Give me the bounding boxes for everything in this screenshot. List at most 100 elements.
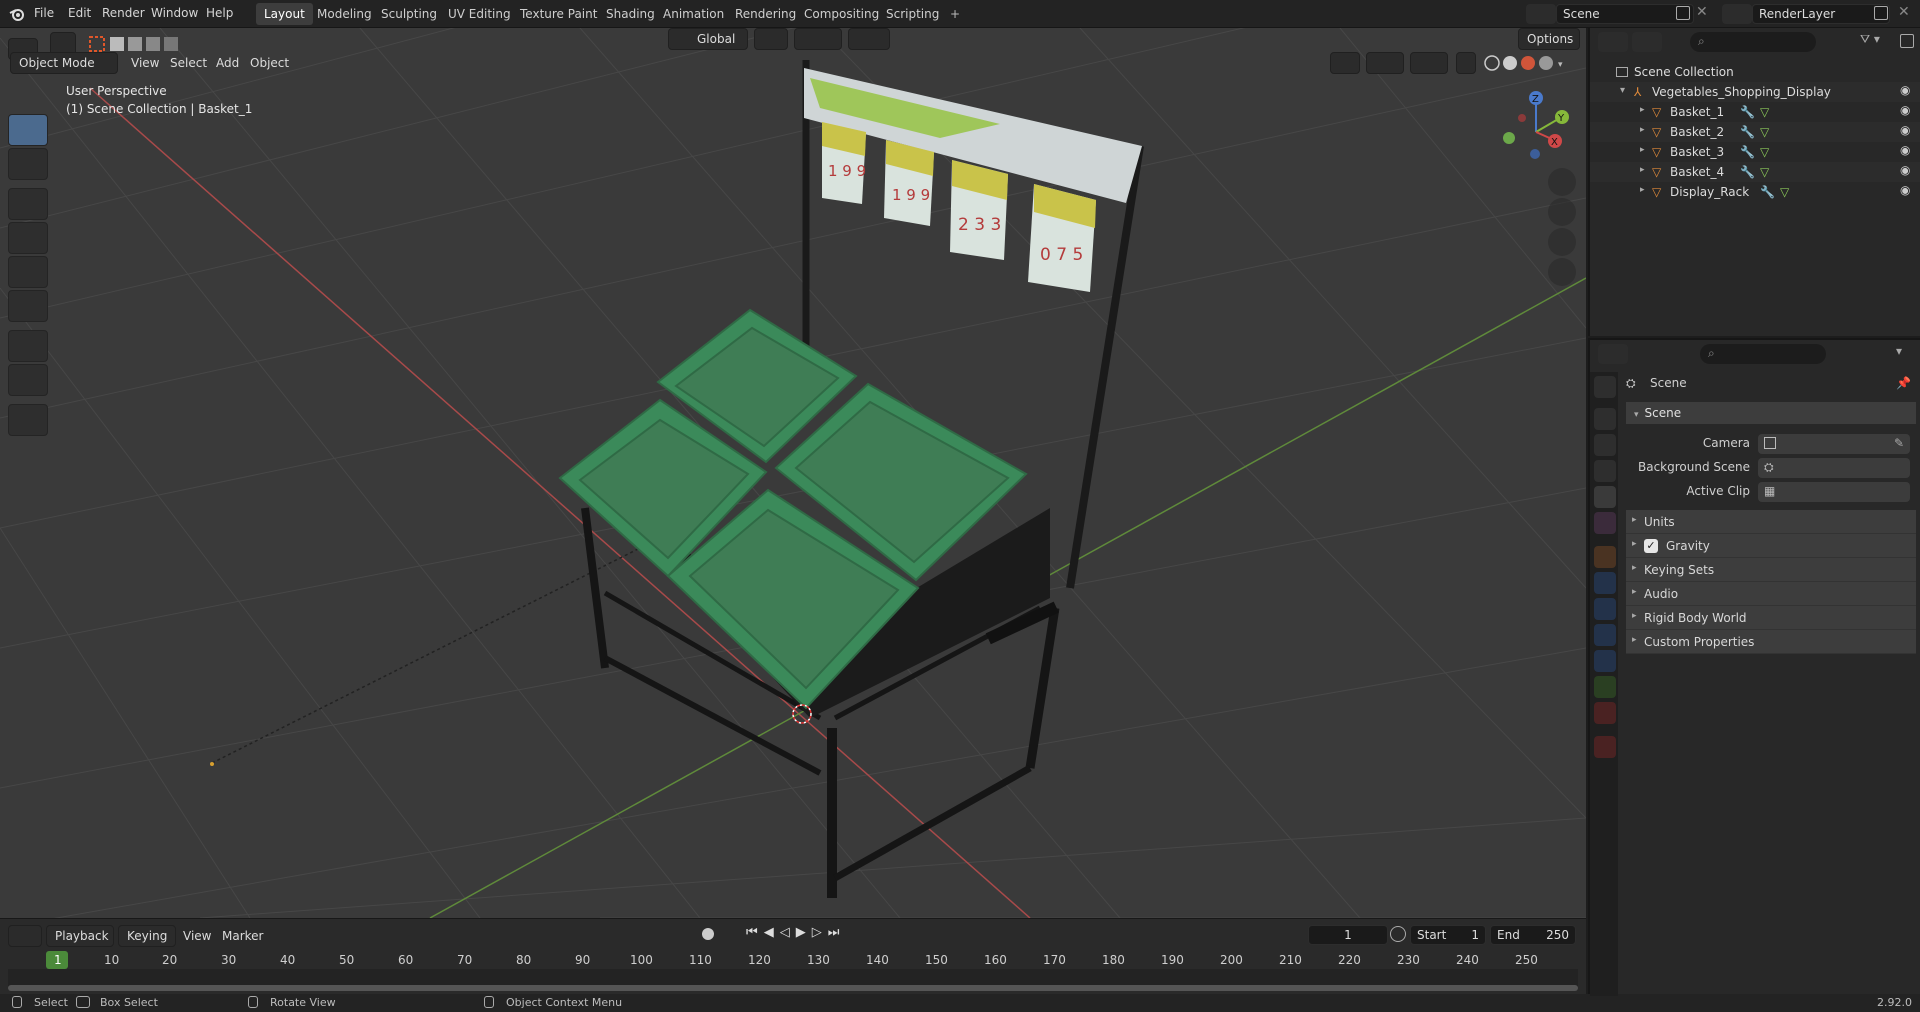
current-frame-field[interactable]: 1: [1308, 925, 1388, 945]
end-frame-field[interactable]: End 250: [1490, 925, 1576, 945]
menu-window[interactable]: Window: [147, 4, 202, 22]
camera-view-icon[interactable]: [1548, 228, 1576, 256]
keying-menu[interactable]: Keying: [118, 925, 176, 947]
preview-range-icon[interactable]: [1390, 926, 1406, 942]
eyedropper-icon[interactable]: ✎: [1894, 436, 1904, 450]
outliner-row-object[interactable]: ▸ ▽ Basket_3 🔧 ▽ ◉: [1590, 142, 1920, 162]
scene-panel-header[interactable]: ▾ Scene: [1626, 402, 1916, 424]
modifier-wrench-icon[interactable]: 🔧: [1740, 165, 1755, 179]
mesh-data-icon[interactable]: ▽: [1760, 125, 1769, 139]
material-tab-icon[interactable]: [1594, 702, 1616, 724]
visibility-icon[interactable]: [1330, 52, 1360, 74]
add-workspace-button[interactable]: +: [942, 3, 968, 25]
physics-tab-icon[interactable]: [1594, 624, 1616, 646]
expand-arrow-icon[interactable]: ▸: [1640, 185, 1645, 195]
object-tab-icon[interactable]: [1594, 546, 1616, 568]
timeline-view-menu[interactable]: View: [183, 929, 211, 943]
pan-hand-icon[interactable]: [1548, 198, 1576, 226]
filter-icon[interactable]: ⛛ ▾: [1860, 32, 1894, 52]
timeline-editor-type-button[interactable]: [8, 925, 42, 947]
selection-mode-icons[interactable]: [88, 34, 182, 54]
blender-logo-icon[interactable]: [8, 5, 26, 23]
proportional-editing-icon[interactable]: [848, 28, 890, 50]
view-layer-icon[interactable]: [1722, 4, 1752, 24]
display-mode-button[interactable]: [1632, 32, 1662, 52]
expand-arrow-icon[interactable]: ▸: [1640, 165, 1645, 175]
tab-scripting[interactable]: Scripting: [878, 3, 947, 25]
outliner-row-collection[interactable]: ▾ ⅄ Vegetables_Shopping_Display ◉: [1590, 82, 1920, 102]
options-dropdown[interactable]: Options: [1518, 28, 1580, 50]
outliner-row-scene-collection[interactable]: Scene Collection: [1590, 62, 1920, 82]
annotate-tool-icon[interactable]: [8, 330, 48, 362]
rigid-body-world-panel[interactable]: ▸ Rigid Body World: [1626, 606, 1916, 630]
move-tool-icon[interactable]: [8, 188, 48, 220]
modifier-wrench-icon[interactable]: 🔧: [1740, 105, 1755, 119]
data-tab-icon[interactable]: [1594, 676, 1616, 698]
expand-arrow-icon[interactable]: ▾: [1620, 85, 1625, 96]
transform-tool-icon[interactable]: [8, 290, 48, 322]
tab-layout[interactable]: Layout: [256, 3, 313, 25]
tab-rendering[interactable]: Rendering: [727, 3, 804, 25]
tab-texture-paint[interactable]: Texture Paint: [512, 3, 605, 25]
new-scene-icon[interactable]: [1676, 6, 1690, 20]
measure-tool-icon[interactable]: [8, 364, 48, 396]
menu-help[interactable]: Help: [202, 4, 237, 22]
timeline-scrollbar[interactable]: [8, 985, 1578, 991]
tab-uv-editing[interactable]: UV Editing: [440, 3, 519, 25]
mesh-data-icon[interactable]: ▽: [1760, 145, 1769, 159]
camera-field[interactable]: ✎: [1758, 434, 1910, 454]
scene-name-field[interactable]: Scene: [1556, 4, 1694, 24]
background-scene-field[interactable]: ⛭: [1758, 458, 1910, 478]
outliner-editor-type-button[interactable]: [1598, 32, 1628, 52]
scale-tool-icon[interactable]: [8, 256, 48, 288]
menu-file[interactable]: File: [30, 4, 58, 22]
expand-arrow-icon[interactable]: ▸: [1640, 105, 1645, 115]
record-icon[interactable]: [702, 928, 714, 940]
new-view-layer-icon[interactable]: [1874, 6, 1888, 20]
menu-object[interactable]: Object: [250, 56, 289, 70]
gizmo-toggle-icon[interactable]: [1366, 52, 1404, 74]
mesh-data-icon[interactable]: ▽: [1780, 185, 1789, 199]
expand-arrow-icon[interactable]: ▸: [1640, 145, 1645, 155]
mesh-data-icon[interactable]: ▽: [1760, 165, 1769, 179]
zoom-icon[interactable]: [1548, 168, 1576, 196]
gravity-panel[interactable]: ▸ ✓ Gravity: [1626, 534, 1916, 558]
tab-modeling[interactable]: Modeling: [309, 3, 380, 25]
outliner-row-object[interactable]: ▸ ▽ Display_Rack 🔧 ▽ ◉: [1590, 182, 1920, 202]
viewport-scene[interactable]: 1 9 9 1 9 9 2 3 3 0 7 5 Z Y X: [0, 28, 1586, 918]
properties-editor-type-button[interactable]: [1598, 344, 1628, 364]
cursor-tool-icon[interactable]: [8, 148, 48, 180]
menu-view[interactable]: View: [131, 56, 159, 70]
transform-orientation-dropdown[interactable]: Global: [668, 28, 748, 50]
particles-tab-icon[interactable]: [1594, 598, 1616, 620]
frame-ruler[interactable]: 1 10 20 30 40 50 60 70 80 90 100 110 120…: [0, 949, 1586, 969]
properties-options-icon[interactable]: ▾: [1896, 344, 1916, 364]
gravity-checkbox[interactable]: ✓: [1644, 539, 1658, 553]
shading-mode-icons[interactable]: ▾: [1482, 52, 1572, 74]
outliner-row-object[interactable]: ▸ ▽ Basket_1 🔧 ▽ ◉: [1590, 102, 1920, 122]
menu-edit[interactable]: Edit: [64, 4, 95, 22]
tool-tab-icon[interactable]: [1594, 376, 1616, 398]
world-tab-icon[interactable]: [1594, 512, 1616, 534]
playback-controls[interactable]: ⏮◀◁▶▷⏭: [746, 925, 864, 943]
render-tab-icon[interactable]: [1594, 408, 1616, 430]
pin-icon[interactable]: 📌: [1896, 376, 1911, 390]
properties-search-input[interactable]: ⌕: [1700, 344, 1826, 364]
menu-select[interactable]: Select: [170, 56, 207, 70]
mode-dropdown[interactable]: Object Mode: [10, 52, 118, 74]
tab-animation[interactable]: Animation: [655, 3, 732, 25]
constraints-tab-icon[interactable]: [1594, 650, 1616, 672]
modifier-wrench-icon[interactable]: 🔧: [1740, 145, 1755, 159]
texture-tab-icon[interactable]: [1594, 736, 1616, 758]
select-box-tool-icon[interactable]: [8, 114, 48, 146]
eye-icon[interactable]: ◉: [1900, 143, 1912, 157]
add-cube-tool-icon[interactable]: [8, 404, 48, 436]
eye-icon[interactable]: ◉: [1900, 83, 1912, 97]
scene-tab-icon[interactable]: [1594, 486, 1616, 508]
rotate-tool-icon[interactable]: [8, 222, 48, 254]
active-clip-field[interactable]: ▦: [1758, 482, 1910, 502]
mesh-data-icon[interactable]: ▽: [1760, 105, 1769, 119]
view-layer-tab-icon[interactable]: [1594, 460, 1616, 482]
custom-properties-panel[interactable]: ▸ Custom Properties: [1626, 630, 1916, 654]
eye-icon[interactable]: ◉: [1900, 183, 1912, 197]
